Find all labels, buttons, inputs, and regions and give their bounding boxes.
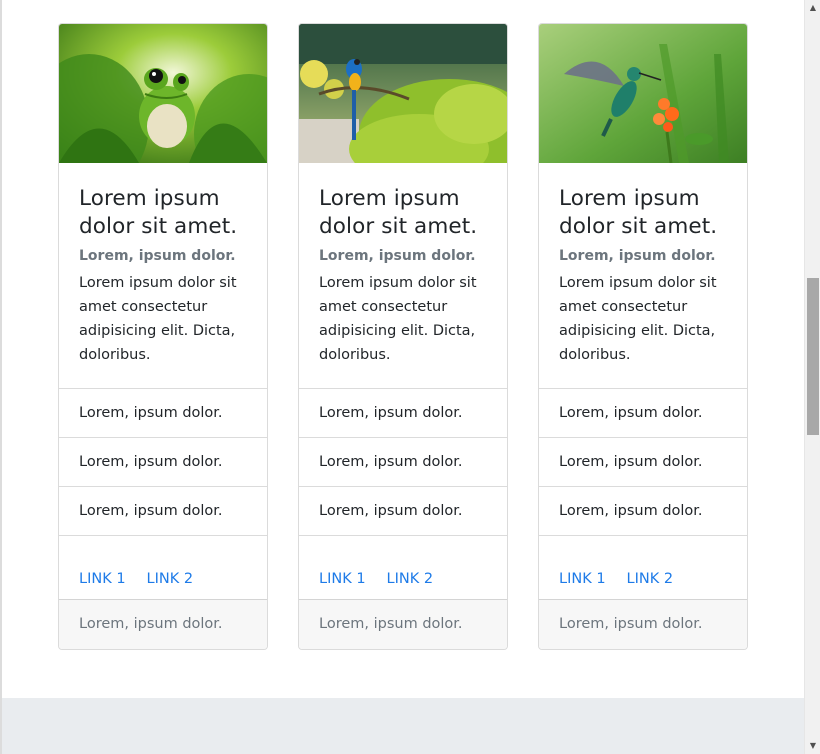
hummingbird-image	[539, 24, 747, 163]
card-title: Lorem ipsum dolor sit amet.	[559, 186, 718, 239]
card-footer: Lorem, ipsum dolor.	[539, 599, 747, 649]
page-viewport: Lorem ipsum dolor sit amet. Lorem, ipsum…	[2, 0, 804, 754]
card-hummingbird: Lorem ipsum dolor sit amet. Lorem, ipsum…	[538, 23, 748, 650]
card-list: Lorem, ipsum dolor. Lorem, ipsum dolor. …	[59, 388, 267, 536]
card-links: LINK 1 LINK 2	[559, 559, 694, 599]
card-macaw: Lorem ipsum dolor sit amet. Lorem, ipsum…	[298, 23, 508, 650]
list-item: Lorem, ipsum dolor.	[59, 438, 267, 487]
link-2[interactable]: LINK 2	[627, 571, 674, 587]
card-text: Lorem ipsum dolor sit amet consectetur a…	[559, 275, 717, 363]
card-frog: Lorem ipsum dolor sit amet. Lorem, ipsum…	[58, 23, 268, 650]
card-links: LINK 1 LINK 2	[319, 559, 454, 599]
card-footer: Lorem, ipsum dolor.	[299, 599, 507, 649]
card-image-frog	[59, 24, 267, 163]
list-item: Lorem, ipsum dolor.	[539, 438, 747, 487]
scrollbar-thumb[interactable]	[807, 278, 819, 435]
card-list: Lorem, ipsum dolor. Lorem, ipsum dolor. …	[539, 388, 747, 536]
card-image-macaw	[299, 24, 507, 163]
link-2[interactable]: LINK 2	[387, 571, 434, 587]
card-footer: Lorem, ipsum dolor.	[59, 599, 267, 649]
list-item: Lorem, ipsum dolor.	[59, 487, 267, 536]
card-subtitle: Lorem, ipsum dolor.	[79, 248, 236, 264]
card-list: Lorem, ipsum dolor. Lorem, ipsum dolor. …	[299, 388, 507, 536]
card-subtitle: Lorem, ipsum dolor.	[559, 248, 716, 264]
cards-row: Lorem ipsum dolor sit amet. Lorem, ipsum…	[2, 0, 804, 698]
card-image-hummingbird	[539, 24, 747, 163]
macaw-image	[299, 24, 507, 163]
frog-image	[59, 24, 267, 163]
scroll-up-arrow-icon[interactable]: ▲	[805, 0, 820, 16]
card-links: LINK 1 LINK 2	[79, 559, 214, 599]
link-1[interactable]: LINK 1	[559, 571, 606, 587]
list-item: Lorem, ipsum dolor.	[299, 487, 507, 536]
card-title: Lorem ipsum dolor sit amet.	[319, 186, 478, 239]
vertical-scrollbar[interactable]: ▲ ▼	[804, 0, 820, 754]
link-1[interactable]: LINK 1	[79, 571, 126, 587]
card-text: Lorem ipsum dolor sit amet consectetur a…	[79, 275, 237, 363]
card-text: Lorem ipsum dolor sit amet consectetur a…	[319, 275, 477, 363]
card-body: Lorem ipsum dolor sit amet. Lorem, ipsum…	[79, 185, 251, 367]
card-body: Lorem ipsum dolor sit amet. Lorem, ipsum…	[559, 185, 731, 367]
card-subtitle: Lorem, ipsum dolor.	[319, 248, 476, 264]
link-1[interactable]: LINK 1	[319, 571, 366, 587]
list-item: Lorem, ipsum dolor.	[539, 487, 747, 536]
list-item: Lorem, ipsum dolor.	[299, 389, 507, 438]
card-body: Lorem ipsum dolor sit amet. Lorem, ipsum…	[319, 185, 491, 367]
link-2[interactable]: LINK 2	[147, 571, 194, 587]
list-item: Lorem, ipsum dolor.	[299, 438, 507, 487]
scroll-down-arrow-icon[interactable]: ▼	[805, 738, 820, 754]
list-item: Lorem, ipsum dolor.	[539, 389, 747, 438]
card-title: Lorem ipsum dolor sit amet.	[79, 186, 238, 239]
list-item: Lorem, ipsum dolor.	[59, 389, 267, 438]
page-footer-band	[2, 698, 804, 754]
